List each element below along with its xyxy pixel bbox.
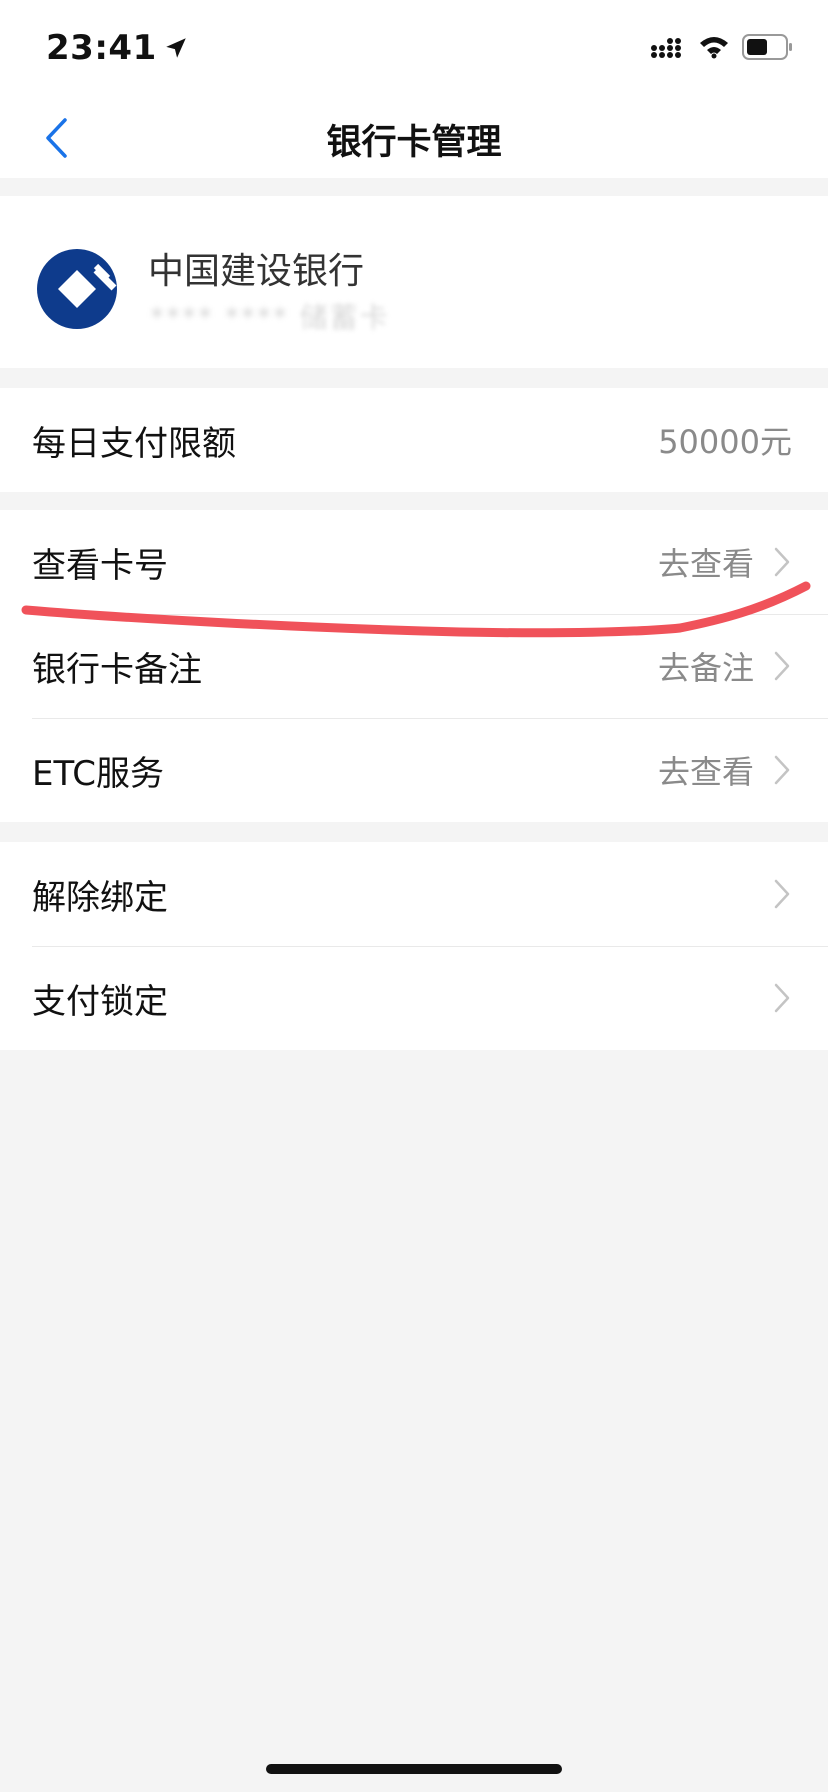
chevron-right-icon	[774, 651, 790, 681]
view-card-number-label: 查看卡号	[32, 545, 168, 586]
payment-lock-row[interactable]: 支付锁定	[0, 946, 828, 1050]
status-icons	[650, 34, 794, 60]
view-card-number-row[interactable]: 查看卡号 去查看	[0, 510, 828, 614]
screen: 23:41 银行卡管理 中国建设银行 **** **** 储蓄卡 每日支付限额 …	[0, 0, 828, 1792]
location-arrow-icon	[165, 38, 186, 58]
battery-icon	[742, 34, 792, 60]
card-remark-row[interactable]: 银行卡备注 去备注	[0, 614, 828, 718]
info-section: 查看卡号 去查看 银行卡备注 去备注 ETC服务 去查看	[0, 510, 828, 822]
signal-icon	[651, 38, 681, 58]
card-remark-action: 去备注	[657, 649, 754, 687]
chevron-right-icon	[774, 879, 790, 909]
unbind-row[interactable]: 解除绑定	[0, 842, 828, 946]
etc-service-action: 去查看	[657, 753, 754, 791]
status-time: 23:41	[46, 28, 157, 68]
etc-service-label: ETC服务	[32, 753, 164, 794]
wifi-icon	[700, 37, 728, 59]
daily-limit-label: 每日支付限额	[32, 423, 236, 464]
bank-card-header: 中国建设银行 **** **** 储蓄卡	[0, 196, 828, 368]
limit-section: 每日支付限额 50000元	[0, 388, 828, 492]
unbind-label: 解除绑定	[32, 877, 168, 918]
manage-section: 解除绑定 支付锁定	[0, 842, 828, 1050]
ccb-logo-icon	[37, 249, 117, 329]
payment-lock-label: 支付锁定	[32, 981, 168, 1022]
status-bar: 23:41	[0, 0, 828, 100]
chevron-right-icon	[774, 983, 790, 1013]
card-number-masked: **** **** 储蓄卡	[150, 301, 390, 334]
page-title: 银行卡管理	[326, 123, 502, 163]
daily-limit-row: 每日支付限额 50000元	[0, 388, 828, 492]
chevron-right-icon	[774, 755, 790, 785]
etc-service-row[interactable]: ETC服务 去查看	[0, 718, 828, 822]
chevron-right-icon	[774, 547, 790, 577]
home-indicator[interactable]	[266, 1764, 562, 1774]
view-card-number-action: 去查看	[657, 545, 754, 583]
status-time-group: 23:41	[46, 28, 189, 68]
nav-bar: 银行卡管理	[0, 100, 828, 178]
card-remark-label: 银行卡备注	[32, 649, 202, 690]
daily-limit-value: 50000元	[658, 423, 792, 461]
bank-name: 中国建设银行	[148, 251, 365, 292]
